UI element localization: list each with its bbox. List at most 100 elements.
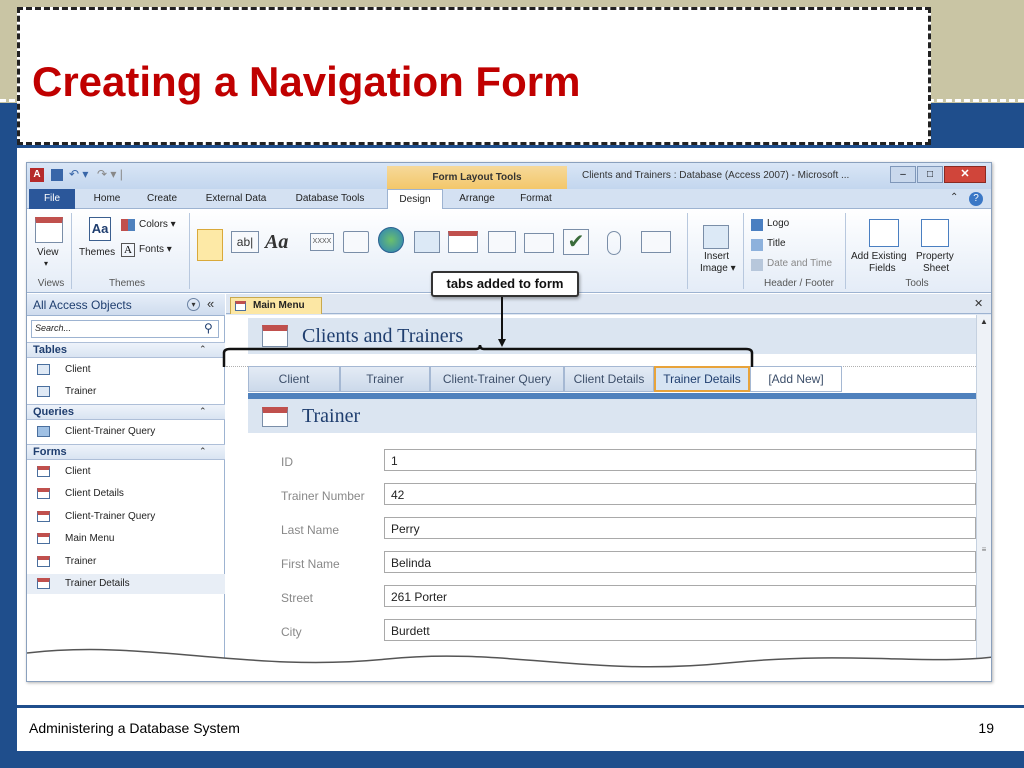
add-existing-fields-label-2[interactable]: Fields — [869, 263, 896, 274]
tab-home[interactable]: Home — [85, 189, 129, 209]
nav-group-label: Tables — [33, 344, 68, 356]
add-existing-fields-icon[interactable] — [869, 219, 899, 247]
tab-design[interactable]: Design — [387, 189, 443, 209]
navigation-tabs: Client Trainer Client-Trainer Query Clie… — [248, 366, 948, 392]
navigation-control-icon[interactable] — [448, 231, 478, 253]
chevron-up-icon[interactable]: ⌃ — [199, 344, 207, 355]
property-sheet-icon[interactable] — [921, 219, 949, 247]
insert-image-label[interactable]: Insert — [704, 251, 729, 262]
view-icon[interactable] — [35, 217, 63, 243]
text-box-control-icon[interactable]: ab| — [231, 231, 259, 253]
themes-icon[interactable]: Aa — [89, 217, 111, 241]
tab-arrange[interactable]: Arrange — [451, 189, 503, 209]
nav-pane-header[interactable]: All Access Objects ▾ « — [27, 294, 225, 316]
date-time-icon[interactable] — [751, 259, 763, 271]
scroll-grip-icon[interactable]: ≡ — [979, 545, 989, 554]
save-icon[interactable] — [51, 169, 63, 181]
chevron-up-icon[interactable]: ⌃ — [199, 446, 207, 457]
scroll-up-icon[interactable]: ▲ — [977, 315, 991, 329]
field-last-name[interactable]: Perry — [384, 517, 976, 539]
chevron-up-icon[interactable]: ⌃ — [199, 406, 207, 417]
tab-control-icon[interactable] — [343, 231, 369, 253]
nav-pane-title[interactable]: All Access Objects — [33, 298, 132, 312]
date-time-button-label[interactable]: Date and Time — [767, 258, 832, 269]
image-control-icon[interactable] — [414, 231, 440, 253]
view-dropdown-icon[interactable]: ▾ — [44, 259, 48, 268]
nav-group-queries[interactable]: Queries ⌃ — [27, 404, 225, 420]
document-tab-main-menu[interactable]: Main Menu — [230, 297, 322, 314]
tab-file[interactable]: File — [29, 189, 75, 209]
nav-item-form-client-details[interactable]: Client Details — [27, 484, 225, 504]
nav-item-table-trainer[interactable]: Trainer — [27, 382, 225, 402]
nav-item-form-main-menu[interactable]: Main Menu — [27, 529, 225, 549]
nav-group-tables[interactable]: Tables ⌃ — [27, 342, 225, 358]
fonts-icon[interactable]: A — [121, 243, 135, 257]
web-browser-control-icon[interactable] — [378, 227, 404, 253]
minimize-button[interactable]: – — [890, 166, 916, 183]
nav-item-form-trainer[interactable]: Trainer — [27, 552, 225, 572]
fonts-button-label[interactable]: Fonts ▾ — [139, 244, 172, 255]
nav-item-form-trainer-details[interactable]: Trainer Details — [27, 574, 225, 594]
chevron-down-icon[interactable]: ▾ — [187, 298, 200, 311]
nav-tab-add-new[interactable]: [Add New] — [750, 366, 842, 392]
add-existing-fields-label[interactable]: Add Existing — [851, 251, 907, 262]
redo-icon[interactable]: ↷ ▾ | — [97, 167, 123, 181]
title-button-label[interactable]: Title — [767, 238, 786, 249]
nav-item-form-client-trainer-query[interactable]: Client-Trainer Query — [27, 507, 225, 527]
attachment-control-icon[interactable] — [607, 231, 621, 255]
view-button-label[interactable]: View — [37, 247, 59, 258]
label-control-icon[interactable]: Aa — [265, 231, 288, 254]
property-sheet-label[interactable]: Property — [916, 251, 954, 262]
field-trainer-number[interactable]: 42 — [384, 483, 976, 505]
close-document-icon[interactable]: ✕ — [974, 297, 983, 310]
access-app-icon[interactable]: A — [30, 168, 44, 182]
nav-item-table-client[interactable]: Client — [27, 360, 225, 380]
minimize-ribbon-icon[interactable]: ⌃ — [950, 192, 958, 203]
nav-item-label: Trainer — [65, 386, 97, 397]
field-street[interactable]: 261 Porter — [384, 585, 976, 607]
select-pointer-icon[interactable] — [197, 229, 223, 261]
nav-search-input[interactable]: Search... ⚲ — [31, 320, 219, 338]
nav-item-label: Client-Trainer Query — [65, 511, 156, 522]
option-group-control-icon[interactable] — [641, 231, 671, 253]
maximize-button[interactable]: □ — [917, 166, 943, 183]
logo-button-label[interactable]: Logo — [767, 218, 789, 229]
tab-external-data[interactable]: External Data — [199, 189, 273, 209]
list-box-control-icon[interactable] — [524, 233, 554, 253]
nav-group-forms[interactable]: Forms ⌃ — [27, 444, 225, 460]
nav-tab-trainer[interactable]: Trainer — [340, 366, 430, 392]
nav-item-form-client[interactable]: Client — [27, 462, 225, 482]
field-id[interactable]: 1 — [384, 449, 976, 471]
shutter-bar-close-icon[interactable]: « — [207, 296, 214, 311]
field-first-name[interactable]: Belinda — [384, 551, 976, 573]
nav-tab-client[interactable]: Client — [248, 366, 340, 392]
insert-image-label-2[interactable]: Image ▾ — [700, 263, 736, 274]
insert-image-icon[interactable] — [703, 225, 729, 249]
field-label-trainer-number: Trainer Number — [281, 489, 365, 503]
themes-button-label[interactable]: Themes — [79, 247, 115, 258]
colors-button-label[interactable]: Colors ▾ — [139, 219, 176, 230]
close-button[interactable]: ✕ — [944, 166, 986, 183]
help-icon[interactable]: ? — [969, 192, 983, 206]
button-control-icon[interactable]: XXXX — [310, 233, 334, 251]
title-icon[interactable] — [751, 239, 763, 251]
property-sheet-label-2[interactable]: Sheet — [923, 263, 949, 274]
tab-database-tools[interactable]: Database Tools — [289, 189, 371, 209]
nav-search-placeholder[interactable]: Search... — [35, 323, 71, 333]
tab-create[interactable]: Create — [139, 189, 185, 209]
check-box-control-icon[interactable]: ✔ — [563, 229, 589, 255]
tab-format[interactable]: Format — [511, 189, 561, 209]
nav-group-label: Forms — [33, 446, 67, 458]
combo-box-control-icon[interactable] — [488, 231, 516, 253]
nav-item-query-client-trainer[interactable]: Client-Trainer Query — [27, 422, 225, 442]
form-icon — [37, 466, 50, 477]
search-icon[interactable]: ⚲ — [204, 321, 213, 335]
colors-icon[interactable] — [121, 219, 135, 231]
nav-tab-client-details[interactable]: Client Details — [564, 366, 654, 392]
nav-tab-client-trainer-query[interactable]: Client-Trainer Query — [430, 366, 564, 392]
logo-icon[interactable] — [751, 219, 763, 231]
undo-icon[interactable]: ↶ ▾ — [69, 167, 88, 181]
vertical-scrollbar[interactable]: ▲ ≡ — [976, 315, 991, 681]
nav-tab-trainer-details[interactable]: Trainer Details — [654, 366, 750, 392]
field-city[interactable]: Burdett — [384, 619, 976, 641]
